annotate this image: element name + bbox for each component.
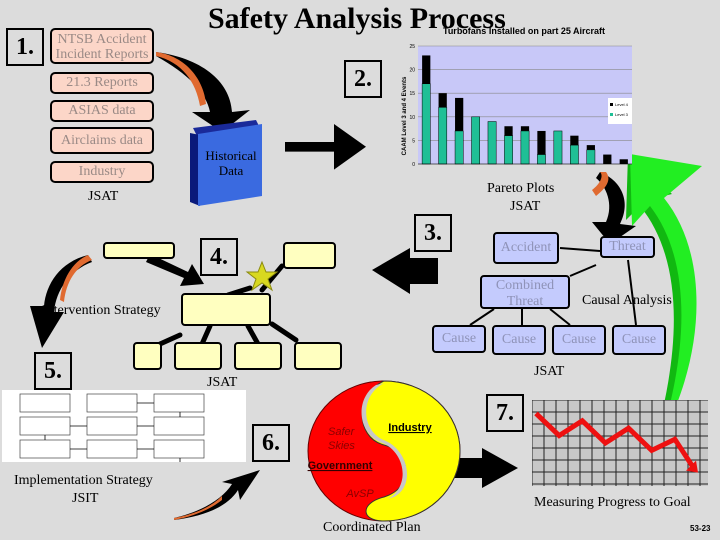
causal-analysis-caption: Causal Analysis — [582, 293, 672, 308]
bar-level-3 — [504, 135, 513, 165]
y-tick-label: 15 — [409, 91, 415, 97]
bar-level-3 — [553, 130, 563, 165]
yin-yang-svg: Industry Safer Skies Government AvSP — [307, 380, 461, 522]
chart-title: Turbofans Installed on part 25 Aircraft — [443, 26, 605, 36]
pareto-caption: Pareto Plots — [487, 181, 555, 196]
combined-threat-node: Combined Threat — [480, 275, 570, 309]
cause-node: Cause — [492, 325, 546, 355]
safer-skies-label: Skies — [328, 440, 355, 452]
bar-level-4 — [504, 126, 513, 136]
curved-arrow-icon — [30, 255, 92, 348]
industry-label: Industry — [388, 422, 432, 434]
bar-level-4 — [438, 93, 447, 108]
combined-threat-label: Combined Threat — [495, 278, 555, 309]
historical-data-label: Historical Data — [202, 148, 260, 178]
curved-arrow-icon — [156, 52, 250, 132]
causal-subcaption: JSAT — [534, 364, 565, 379]
threat-node: Threat — [600, 236, 655, 258]
intervention-box — [283, 242, 336, 269]
y-tick-label: 10 — [409, 115, 415, 121]
bar-level-4 — [537, 130, 546, 155]
flow-table-svg — [19, 393, 205, 462]
y-tick-label: 20 — [409, 68, 415, 74]
legend-swatch — [610, 103, 613, 106]
curved-arrow-icon — [174, 470, 260, 520]
intervention-box — [181, 293, 271, 326]
cause-label: Cause — [621, 332, 657, 347]
bar-level-4 — [619, 159, 628, 164]
left-arrow-icon — [372, 248, 438, 294]
page-number: 53-23 — [690, 524, 711, 533]
coordinated-plan-caption: Coordinated Plan — [323, 520, 421, 535]
implementation-strategy-caption: Implementation Strategy — [14, 473, 153, 488]
legend-label: Level 3 — [615, 112, 629, 117]
intervention-subcaption: JSAT — [207, 375, 238, 390]
legend-label: Level 4 — [615, 102, 629, 107]
bar-level-3 — [471, 116, 480, 165]
progress-chart-svg — [531, 399, 708, 486]
right-arrow-icon — [285, 124, 366, 170]
legend-swatch — [610, 113, 613, 116]
government-label: Government — [308, 460, 373, 472]
progress-chart — [531, 399, 708, 486]
accident-label: Accident — [500, 240, 552, 255]
bar-level-4 — [422, 55, 431, 84]
green-feedback-arrow-icon — [626, 154, 702, 406]
implementation-subcaption: JSIT — [72, 491, 99, 506]
cause-label: Cause — [561, 332, 597, 347]
bar-level-3 — [520, 130, 530, 165]
cause-node: Cause — [552, 325, 606, 355]
bar-level-4 — [520, 126, 530, 131]
intervention-strategy-caption: Intervention Strategy — [42, 303, 161, 318]
bar-level-3 — [487, 121, 497, 165]
y-tick-label: 5 — [412, 138, 415, 144]
bar-level-3 — [570, 144, 579, 165]
bar-level-3 — [454, 130, 464, 165]
implementation-flow-table — [2, 390, 246, 462]
cause-node: Cause — [612, 325, 666, 355]
avsp-label: AvSP — [345, 488, 374, 500]
intervention-box — [103, 242, 175, 259]
y-tick-label: 0 — [412, 162, 415, 168]
intervention-box — [294, 342, 342, 370]
safer-skies-label: Safer — [328, 426, 356, 438]
coordinated-plan-graphic: Industry Safer Skies Government AvSP — [300, 375, 468, 523]
bar-level-4 — [586, 145, 595, 150]
pareto-subcaption: JSAT — [510, 199, 541, 214]
bar-level-4 — [455, 97, 464, 131]
progress-caption: Measuring Progress to Goal — [534, 495, 691, 510]
bar-level-4 — [603, 154, 612, 164]
star-icon — [245, 260, 279, 292]
intervention-box — [174, 342, 222, 370]
accident-node: Accident — [493, 232, 559, 264]
intervention-box — [234, 342, 282, 370]
bar-level-4 — [570, 135, 579, 146]
y-tick-label: 25 — [409, 44, 415, 50]
bar-level-3 — [537, 154, 546, 165]
cause-label: Cause — [501, 332, 537, 347]
bar-level-3 — [421, 83, 431, 165]
threat-label: Threat — [609, 239, 646, 254]
historical-data-text: Historical Data — [205, 148, 257, 178]
cause-label: Cause — [441, 331, 477, 346]
bar-level-3 — [586, 149, 596, 165]
cause-node: Cause — [432, 325, 486, 353]
intervention-box — [133, 342, 162, 370]
chart-ylabel: CAAM Level 3 and 4 Events — [402, 76, 408, 155]
bar-level-3 — [438, 107, 448, 165]
